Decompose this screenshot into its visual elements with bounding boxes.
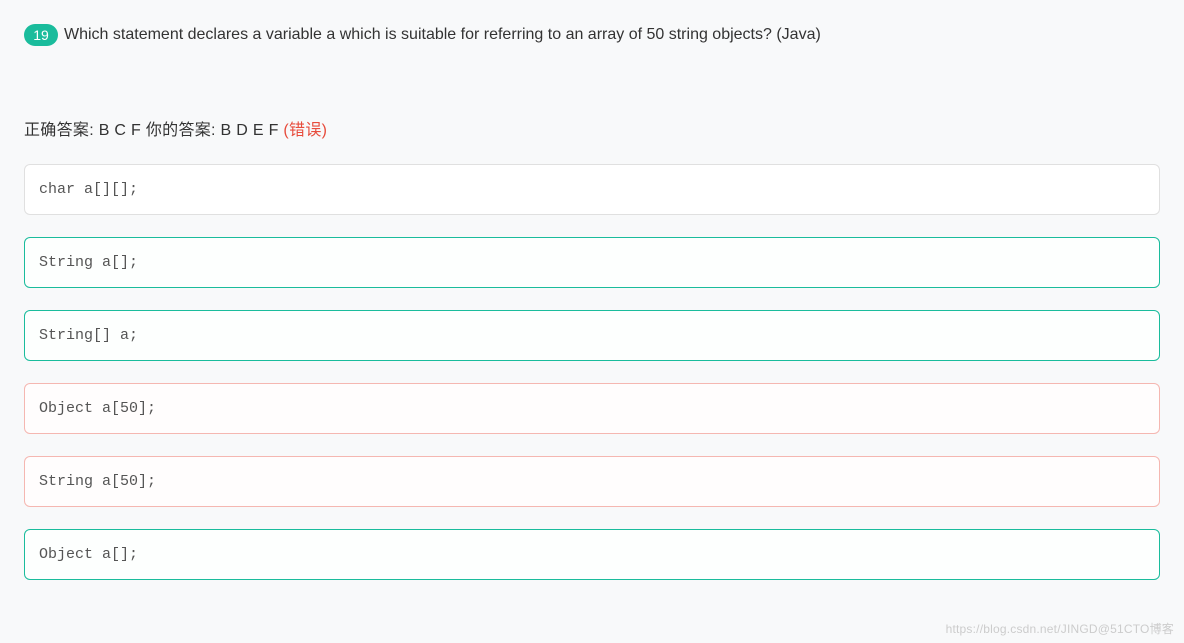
question-number-badge: 19 [24,24,58,46]
option-e[interactable]: String a[50]; [24,456,1160,507]
your-answer-value: B D E F [221,122,284,139]
option-c[interactable]: String[] a; [24,310,1160,361]
option-d[interactable]: Object a[50]; [24,383,1160,434]
watermark: https://blog.csdn.net/JINGD@51CTO博客 [946,620,1174,637]
option-f[interactable]: Object a[]; [24,529,1160,580]
option-a[interactable]: char a[][]; [24,164,1160,215]
answer-summary: 正确答案: B C F 你的答案: B D E F (错误) [24,116,1160,140]
options-list: char a[][]; String a[]; String[] a; Obje… [24,164,1160,580]
option-b[interactable]: String a[]; [24,237,1160,288]
question-header: 19 Which statement declares a variable a… [24,24,1160,46]
wrong-tag: (错误) [283,122,327,139]
correct-answer-value: B C F [99,122,141,139]
question-text: Which statement declares a variable a wh… [64,24,821,46]
correct-answer-label: 正确答案: [24,122,99,139]
your-answer-label: 你的答案: [141,122,220,139]
